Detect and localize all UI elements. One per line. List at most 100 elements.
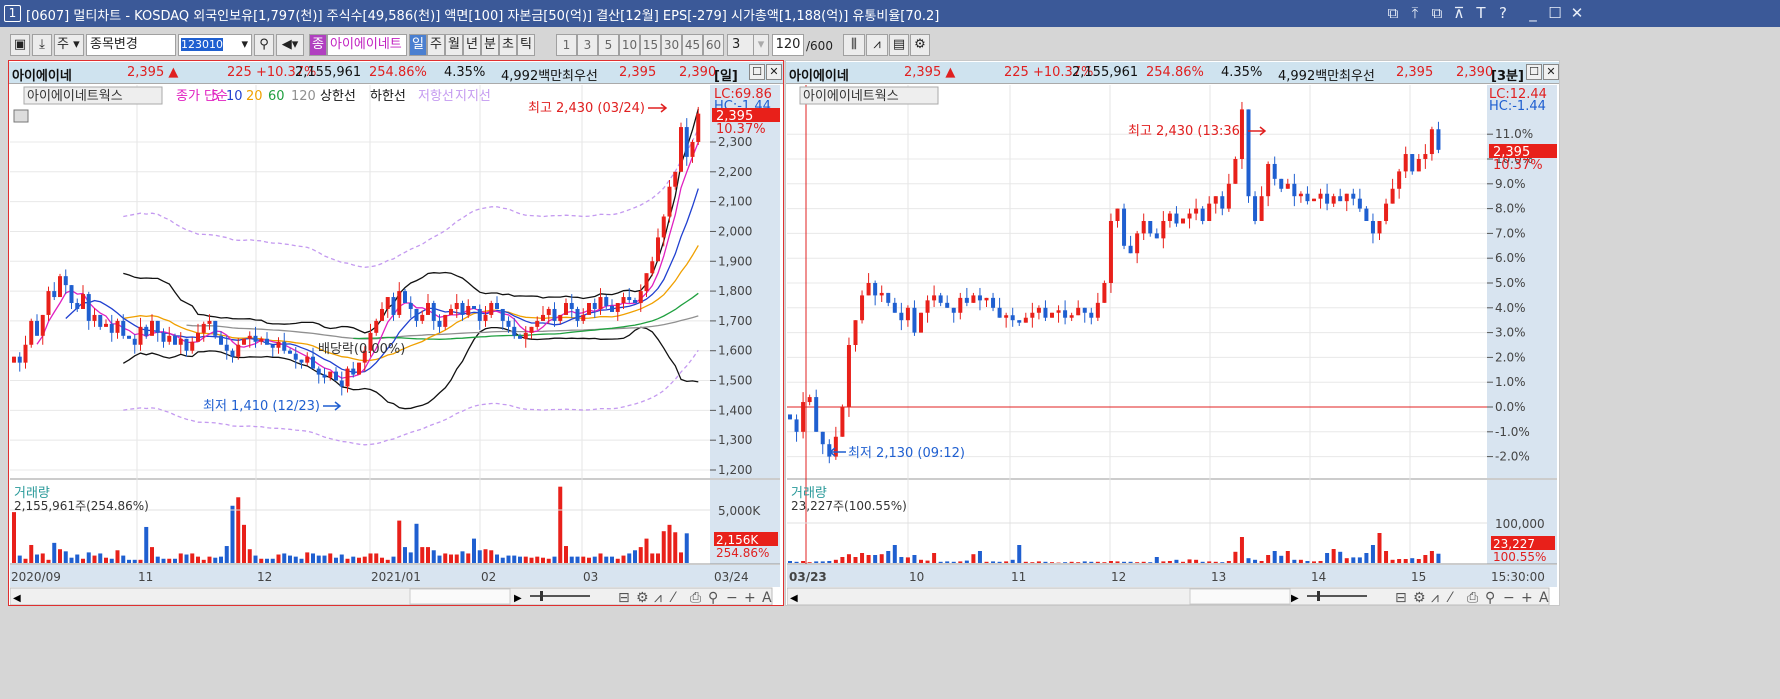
close-button[interactable]: ✕: [1543, 64, 1559, 80]
period-tab-4[interactable]: 분: [481, 34, 499, 56]
chart-tool-icon-0[interactable]: ⊟: [1395, 590, 1407, 605]
chart-tool-icon-2[interactable]: ⩘: [1431, 590, 1439, 605]
volume-bar: [104, 557, 108, 563]
candle: [964, 297, 969, 303]
candle: [92, 314, 97, 321]
maximize-button[interactable]: ☐: [749, 64, 765, 80]
chart-tool-icon-4[interactable]: ⎙: [1467, 590, 1478, 605]
window-control-0[interactable]: ⧉: [1382, 4, 1404, 22]
chart-tool-icon-8[interactable]: A: [762, 590, 772, 605]
count-input[interactable]: 120: [772, 34, 804, 56]
dividend-annotation: 배당락(0.00%): [318, 342, 405, 357]
window-control-2[interactable]: ⧉: [1426, 4, 1448, 22]
daily-chart[interactable]: ◀ ▶ ⊟ ⚙ ⩘ ⁄ ⎙ ⚲ − + A1,2001,3001,4001,5001,6001,70…: [10, 85, 782, 605]
code-input[interactable]: 123010 ▾: [178, 34, 252, 56]
volume-bar: [958, 561, 963, 563]
chart-tool-icon-6[interactable]: −: [726, 590, 738, 605]
window-control-1[interactable]: ⤒: [1404, 4, 1426, 22]
volume-bar: [184, 554, 189, 563]
stock-change-select[interactable]: 종목변경: [86, 34, 176, 56]
candle: [569, 303, 574, 309]
chart-tool-icon-8[interactable]: A: [1539, 590, 1549, 605]
minute-option-30[interactable]: 30: [661, 34, 682, 56]
chart-tool-icon-1[interactable]: ⚙: [1413, 590, 1426, 605]
volume-bar: [1429, 551, 1434, 563]
search-icon[interactable]: ⚲: [254, 34, 274, 56]
volume-bar: [1154, 557, 1159, 563]
volume-bar: [1312, 561, 1316, 563]
period-tab-0[interactable]: 일: [409, 34, 427, 56]
volume-bar: [362, 556, 367, 563]
volume-bar: [242, 524, 246, 563]
period-tab-2[interactable]: 월: [445, 34, 463, 56]
candle: [1154, 233, 1159, 239]
period-tab-5[interactable]: 초: [499, 34, 517, 56]
maximize-button[interactable]: ☐: [1526, 64, 1542, 80]
candle: [633, 300, 637, 304]
chart-tool-icon-2[interactable]: ⩘: [654, 590, 662, 605]
volume-bar: [656, 553, 660, 563]
quote-volume: 2,155,961: [1072, 65, 1139, 80]
volume-bar: [541, 557, 545, 563]
candle: [282, 341, 287, 351]
chart-tool-icon-0[interactable]: ⊟: [618, 590, 630, 605]
market-select[interactable]: 주 ▾: [54, 34, 84, 56]
chart-tool-icon-1[interactable]: ⚙: [636, 590, 649, 605]
zoom-slider-handle[interactable]: [540, 591, 543, 601]
volume-bar: [270, 558, 275, 563]
period-tab-3[interactable]: 년: [463, 34, 481, 56]
volume-bar: [52, 542, 57, 563]
candle: [483, 314, 488, 321]
chevron-down-icon[interactable]: ▾: [753, 34, 769, 56]
chart-tool-icon-5[interactable]: ⚲: [1485, 590, 1495, 605]
gear-icon[interactable]: ⚙: [910, 34, 930, 56]
window-control-8[interactable]: ✕: [1566, 4, 1588, 22]
save-icon[interactable]: ▤: [889, 34, 909, 56]
candle: [1390, 188, 1395, 204]
volume-bar: [150, 547, 154, 563]
volume-bar: [1148, 562, 1153, 563]
window-control-6[interactable]: _: [1522, 4, 1544, 22]
chart-tool-icon-7[interactable]: +: [744, 590, 756, 605]
window-control-4[interactable]: T: [1470, 4, 1492, 22]
layout-icon[interactable]: ▣: [10, 34, 30, 56]
minute-option-45[interactable]: 45: [682, 34, 703, 56]
quote-price: 2,395 ▲: [904, 65, 956, 80]
chart-tool-icon-4[interactable]: ⎙: [690, 590, 701, 605]
price-tick-label: 1,900: [718, 254, 752, 268]
minute-chart[interactable]: ◀ ▶ ⊟ ⚙ ⩘ ⁄ ⎙ ⚲ − + A-2.0%-1.0%0.0%1.0%2.0%3.0%4.0…: [787, 85, 1559, 605]
chart-tool-icon-6[interactable]: −: [1503, 590, 1515, 605]
zoom-slider-handle[interactable]: [1317, 591, 1320, 601]
table-icon[interactable]: [13, 109, 29, 123]
chart-tool-icon-5[interactable]: ⚲: [708, 590, 718, 605]
download-icon[interactable]: ⤓: [32, 34, 52, 56]
candle: [155, 320, 160, 333]
candle: [696, 113, 701, 142]
period-tab-6[interactable]: 틱: [517, 34, 535, 56]
close-button[interactable]: ✕: [766, 64, 782, 80]
stock-name-field[interactable]: 아이에이네트: [327, 34, 407, 56]
minute-option-1[interactable]: 1: [556, 34, 577, 56]
volume-bar: [299, 558, 304, 563]
scrollbar-thumb[interactable]: [1189, 588, 1291, 605]
indicator-add-icon[interactable]: ⩘: [866, 34, 888, 56]
scrollbar-thumb[interactable]: [409, 588, 511, 605]
minute-option-15[interactable]: 15: [640, 34, 661, 56]
window-control-3[interactable]: ⊼: [1448, 4, 1470, 22]
volume-bar: [449, 554, 453, 563]
period-tab-1[interactable]: 주: [427, 34, 445, 56]
minute-option-60[interactable]: 60: [703, 34, 724, 56]
minute-option-3[interactable]: 3: [577, 34, 598, 56]
candle: [1141, 221, 1146, 234]
chart-tool-icon-7[interactable]: +: [1521, 590, 1533, 605]
candle: [46, 291, 51, 315]
candle-add-icon[interactable]: ⫼: [843, 34, 865, 56]
minute-option-5[interactable]: 5: [598, 34, 619, 56]
speaker-icon[interactable]: ◀▾: [276, 34, 304, 56]
volume-bar: [1423, 555, 1428, 563]
window-control-5[interactable]: ?: [1492, 4, 1514, 22]
candle: [144, 326, 149, 336]
window-control-7[interactable]: ☐: [1544, 4, 1566, 22]
candle: [138, 326, 143, 345]
minute-option-10[interactable]: 10: [619, 34, 640, 56]
